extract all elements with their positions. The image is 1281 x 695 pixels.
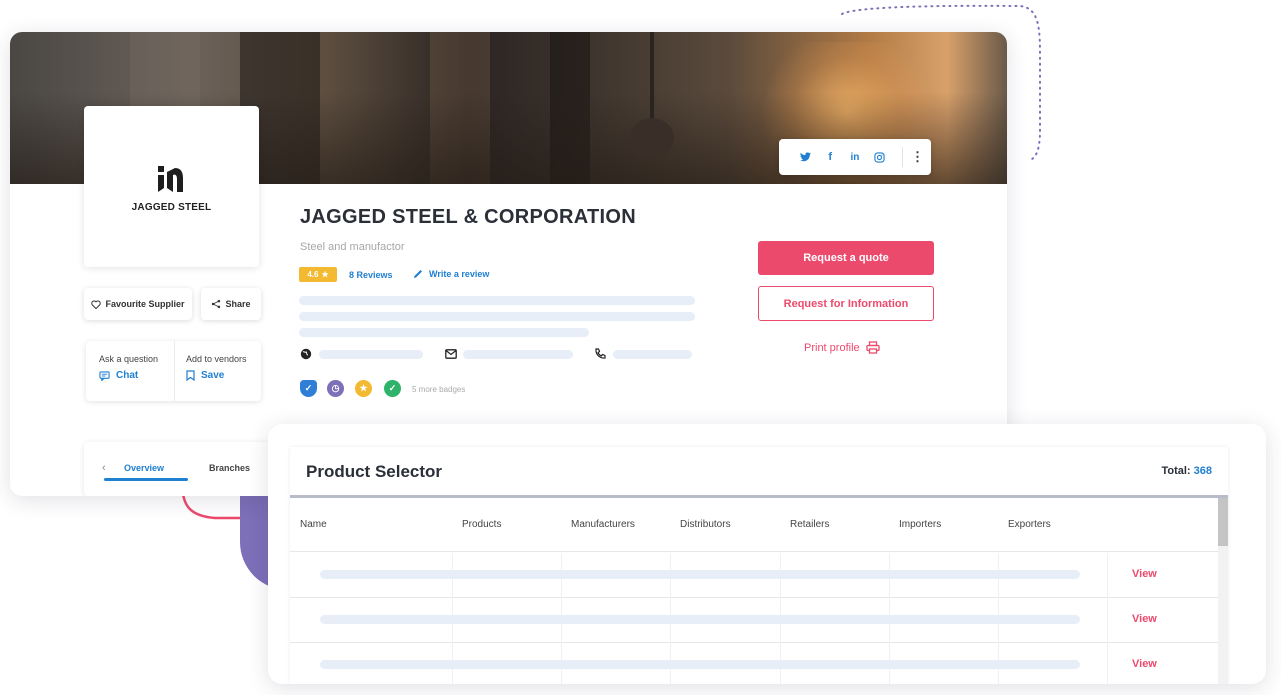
email-placeholder [463,350,573,359]
facebook-icon[interactable]: f [818,147,843,167]
favourite-supplier-button[interactable]: Favourite Supplier [84,288,192,320]
tab-branches[interactable]: Branches [209,463,250,473]
more-badges-link[interactable]: 5 more badges [412,385,465,394]
share-label: Share [225,299,251,309]
save-button[interactable]: Save [186,370,261,381]
rating-badge: 4.6 ★ [299,267,337,282]
heart-icon [91,300,102,309]
share-icon [212,299,221,309]
column-header-retailers[interactable]: Retailers [790,519,829,530]
view-link[interactable]: View [1132,658,1157,670]
column-header-manufacturers[interactable]: Manufacturers [571,519,635,530]
share-button[interactable]: Share [201,288,261,320]
website-placeholder [319,350,423,359]
total-label: Total: [1161,465,1191,477]
instagram-icon[interactable] [867,147,892,167]
tab-overview[interactable]: Overview [124,463,164,473]
table-row: View [290,553,1218,598]
column-header-distributors[interactable]: Distributors [680,519,731,530]
pencil-icon [414,270,422,278]
favourite-supplier-label: Favourite Supplier [105,299,185,309]
rating-value: 4.6 [307,270,319,279]
view-link[interactable]: View [1132,613,1157,625]
social-links-bar: f in ⋮ [779,139,931,175]
view-link[interactable]: View [1132,568,1157,580]
add-to-vendors-label: Add to vendors [186,354,247,364]
chat-icon [99,370,110,381]
chevron-left-icon[interactable]: ‹ [102,462,106,474]
table-row: View [290,598,1218,643]
ask-question-label: Ask a question [99,354,159,364]
ask-question-section: Ask a question Chat [86,341,174,401]
description-placeholder [299,312,695,321]
product-selector-card: Product Selector Total: 368 Name Product… [268,424,1266,684]
column-header-importers[interactable]: Importers [899,519,941,530]
jagged-steel-logo-icon [158,166,183,192]
thumbs-up-badge-icon: ✓ [384,380,401,397]
company-logo-text: JAGGED STEEL [131,202,212,213]
reviews-link[interactable]: 8 Reviews [349,270,393,280]
profile-tabs: ‹ Overview Branches [84,442,274,496]
printer-icon [865,341,880,354]
active-tab-indicator [104,478,188,481]
write-review-link[interactable]: Write a review [413,269,489,279]
total-value: 368 [1193,465,1212,477]
row-placeholder [320,615,1080,624]
linkedin-icon[interactable]: in [843,147,868,167]
crane-hook [630,118,674,158]
company-logo-box: JAGGED STEEL [84,106,259,267]
add-to-vendors-section: Add to vendors Save [174,341,261,401]
chat-button[interactable]: Chat [99,370,174,381]
chat-label: Chat [116,370,139,381]
company-tagline: Steel and manufactor [300,241,405,253]
product-total: Total: 368 [1161,465,1212,477]
row-placeholder [320,660,1080,669]
cell-divider [1107,553,1108,598]
clock-badge-icon: ◷ [327,380,344,397]
star-icon: ★ [321,270,329,279]
column-header-exporters[interactable]: Exporters [1008,519,1051,530]
phone-placeholder [613,350,692,359]
description-placeholder [299,328,589,337]
email-icon [444,347,458,361]
request-quote-button[interactable]: Request a quote [758,241,934,275]
print-profile-label: Print profile [804,341,860,354]
product-selector-title: Product Selector [306,462,443,481]
product-selector-panel: Product Selector Total: 368 Name Product… [290,447,1228,684]
verified-shield-badge-icon: ✓ [300,380,317,397]
column-header-products[interactable]: Products [462,519,501,530]
page: f in ⋮ JAGGED STEEL Favourite Supplier S… [0,0,1281,695]
scrollbar-thumb[interactable] [1218,498,1228,546]
table-header: Name Products Manufacturers Distributors… [290,498,1218,552]
globe-icon [299,347,313,361]
bookmark-icon [186,370,195,381]
social-divider [902,147,904,167]
table-row: View [290,643,1218,684]
contact-actions-box: Ask a question Chat Add to vendors Save [86,341,261,401]
request-information-button[interactable]: Request for Information [758,286,934,321]
print-profile-link[interactable]: Print profile [804,341,880,354]
company-name: JAGGED STEEL & CORPORATION [300,206,636,228]
twitter-icon[interactable] [793,147,818,167]
save-label: Save [201,370,225,381]
cell-divider [1107,643,1108,684]
more-vertical-icon[interactable]: ⋮ [911,149,924,165]
write-review-label: Write a review [429,269,490,279]
description-placeholder [299,296,695,305]
row-placeholder [320,570,1080,579]
column-header-name[interactable]: Name [300,519,327,530]
award-badge-icon: ★ [355,380,372,397]
phone-icon [593,347,607,361]
cell-divider [1107,598,1108,643]
